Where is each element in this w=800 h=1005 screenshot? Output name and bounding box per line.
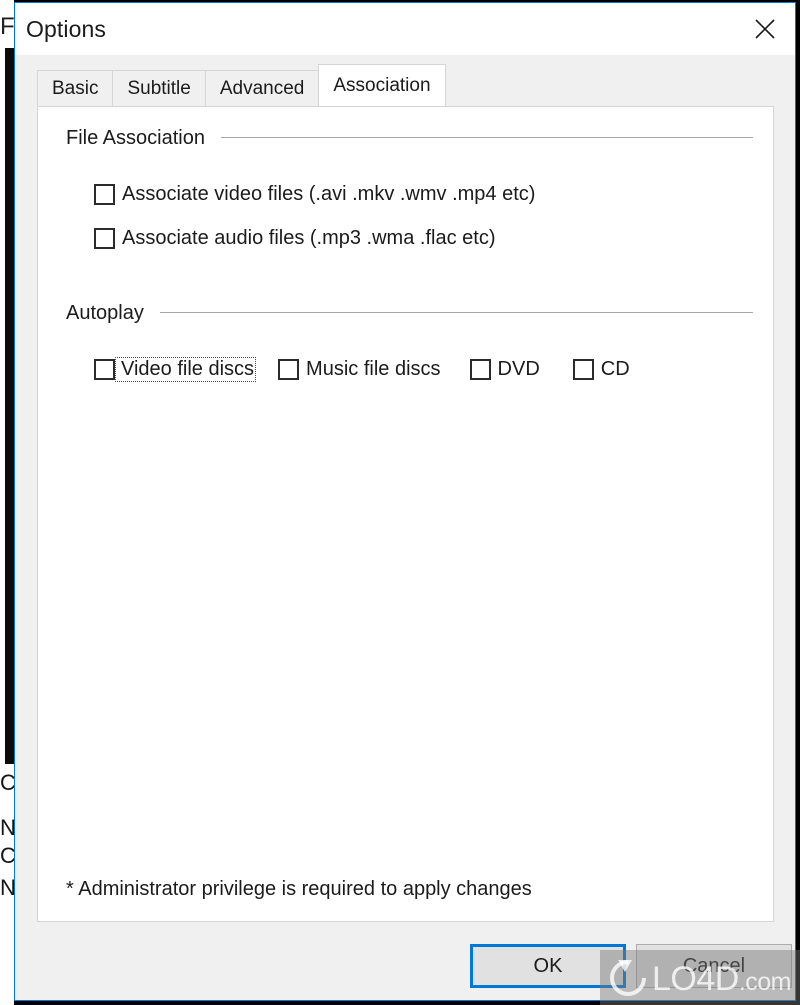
options-dialog: Options Basic Subtitle Advanced Associat… bbox=[14, 2, 796, 1001]
ok-button-label: OK bbox=[533, 954, 563, 977]
background-text-fragment: F bbox=[0, 16, 14, 38]
dialog-title-bar[interactable]: Options bbox=[15, 3, 795, 55]
close-button[interactable] bbox=[734, 3, 795, 55]
cancel-button[interactable]: Cancel bbox=[636, 944, 792, 988]
tab-basic[interactable]: Basic bbox=[37, 70, 114, 106]
tab-label: Advanced bbox=[219, 77, 305, 99]
tab-subtitle[interactable]: Subtitle bbox=[112, 70, 206, 106]
file-association-group: File Association Associate video files (… bbox=[38, 127, 773, 251]
autoplay-group: Autoplay Video file discs Music file dis… bbox=[38, 302, 773, 382]
background-window-dark-area bbox=[5, 48, 14, 764]
associate-audio-checkbox-item[interactable]: Associate audio files (.mp3 .wma .flac e… bbox=[94, 226, 496, 251]
background-text-fragment: N bbox=[0, 817, 14, 839]
checkbox-icon[interactable] bbox=[94, 184, 115, 205]
background-text-fragment: N bbox=[0, 877, 14, 899]
tab-label: Subtitle bbox=[127, 77, 191, 99]
admin-privilege-note: * Administrator privilege is required to… bbox=[66, 878, 532, 900]
checkbox-label: DVD bbox=[497, 358, 540, 380]
tab-strip: Basic Subtitle Advanced Association bbox=[15, 55, 795, 106]
associate-video-row: Associate video files (.avi .mkv .wmv .m… bbox=[38, 182, 773, 207]
background-text-fragment: C bbox=[0, 772, 14, 794]
page-title: Options bbox=[26, 16, 106, 42]
dialog-button-bar: OK Cancel bbox=[15, 922, 795, 1000]
associate-audio-row: Associate audio files (.mp3 .wma .flac e… bbox=[38, 226, 773, 251]
associate-video-checkbox-item[interactable]: Associate video files (.avi .mkv .wmv .m… bbox=[94, 182, 536, 207]
tab-label: Association bbox=[333, 74, 431, 96]
group-separator bbox=[220, 136, 753, 141]
checkbox-label: Video file discs bbox=[115, 357, 257, 382]
checkbox-icon[interactable] bbox=[572, 359, 594, 380]
group-header: Autoplay bbox=[38, 302, 773, 325]
group-title: File Association bbox=[66, 127, 205, 149]
autoplay-checkbox-row: Video file discs Music file discs DVD CD bbox=[38, 357, 773, 382]
group-header: File Association bbox=[38, 127, 773, 150]
tab-advanced[interactable]: Advanced bbox=[204, 70, 320, 106]
checkbox-label: Associate audio files (.mp3 .wma .flac e… bbox=[122, 227, 496, 249]
checkbox-label: Music file discs bbox=[306, 358, 441, 380]
autoplay-video-discs-item[interactable]: Video file discs bbox=[94, 357, 257, 382]
tab-label: Basic bbox=[52, 77, 99, 99]
autoplay-cd-item[interactable]: CD bbox=[572, 357, 631, 382]
close-icon bbox=[753, 17, 777, 41]
checkbox-icon[interactable] bbox=[94, 228, 115, 249]
background-window-edge[interactable]: F C N C N bbox=[0, 0, 14, 1005]
ok-button[interactable]: OK bbox=[470, 944, 626, 988]
checkbox-icon[interactable] bbox=[278, 359, 300, 380]
group-title: Autoplay bbox=[66, 302, 144, 324]
checkbox-label: CD bbox=[600, 358, 630, 380]
checkbox-label: Associate video files (.avi .mkv .wmv .m… bbox=[122, 183, 536, 205]
cancel-button-label: Cancel bbox=[682, 954, 746, 977]
checkbox-icon[interactable] bbox=[94, 359, 115, 380]
group-separator bbox=[159, 311, 753, 316]
association-tab-panel: File Association Associate video files (… bbox=[37, 106, 774, 922]
autoplay-dvd-item[interactable]: DVD bbox=[469, 357, 541, 382]
tab-association[interactable]: Association bbox=[318, 64, 446, 106]
background-text-fragment: C bbox=[0, 845, 14, 867]
checkbox-icon[interactable] bbox=[469, 359, 491, 380]
autoplay-music-discs-item[interactable]: Music file discs bbox=[278, 357, 441, 382]
